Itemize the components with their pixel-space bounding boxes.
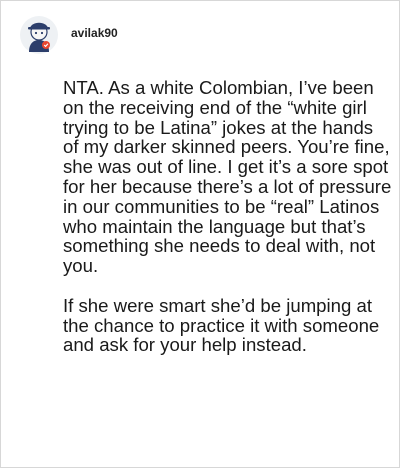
comment-paragraph: NTA. As a white Colombian, I’ve been on … <box>63 77 392 277</box>
comment-body: NTA. As a white Colombian, I’ve been on … <box>63 78 393 355</box>
comment-card: avilak90 NTA. As a white Colombian, I’ve… <box>0 0 400 468</box>
user-avatar-icon <box>20 16 58 54</box>
avatar[interactable] <box>19 15 59 55</box>
username[interactable]: avilak90 <box>71 26 118 40</box>
comment-header: avilak90 <box>19 15 118 55</box>
comment-paragraph: If she were smart she’d be jumping at th… <box>63 294 380 356</box>
